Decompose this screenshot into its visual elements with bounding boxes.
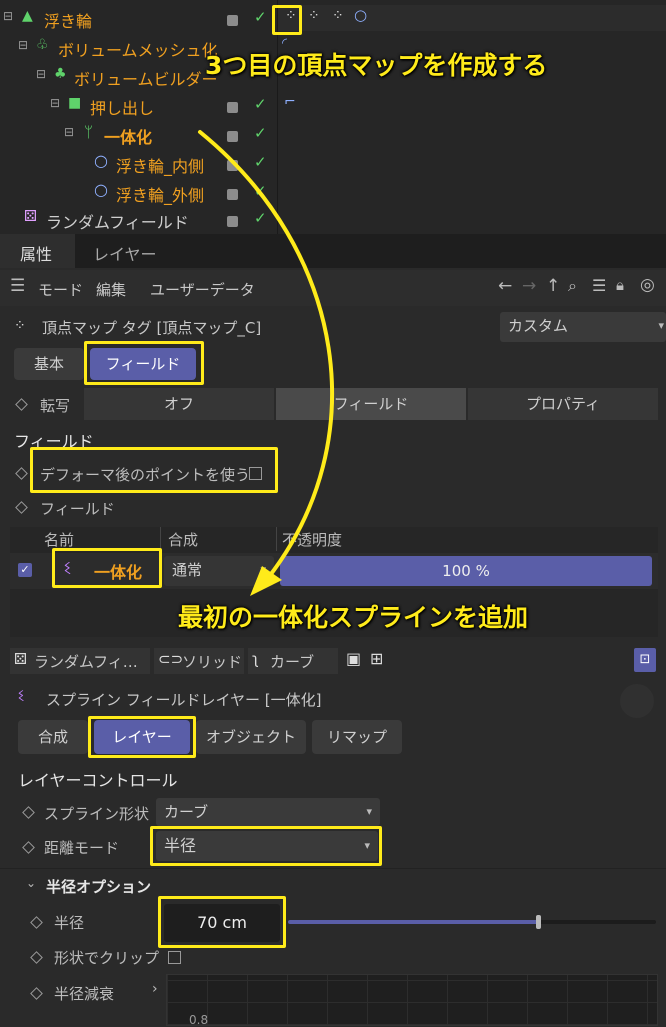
annotation-arrow (198, 130, 334, 596)
annotation-middle: 最初の一体化スプラインを追加 (178, 603, 529, 632)
annotation-top: 3つ目の頂点マップを作成する (205, 51, 548, 80)
highlight-box (272, 5, 302, 35)
